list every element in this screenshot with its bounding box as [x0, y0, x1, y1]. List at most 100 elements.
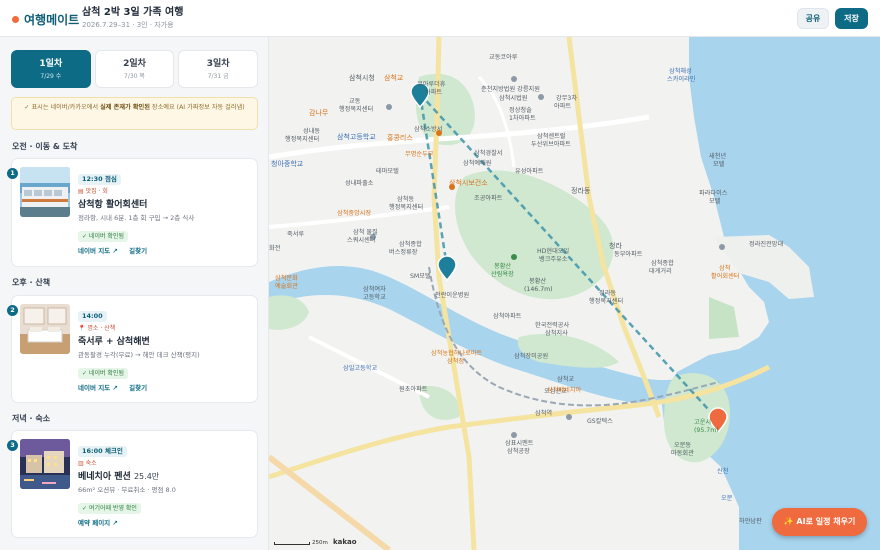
tab-date-label: 7/31 금	[207, 73, 229, 80]
map-label: 모텔	[709, 198, 721, 205]
map-label: 예술회관	[275, 283, 298, 290]
pin-icon: 📍	[78, 325, 86, 332]
brand[interactable]: 여행메이트	[12, 11, 79, 28]
map-label: 두산위브아파트	[531, 141, 571, 148]
tab-day-label: 1일차	[39, 59, 63, 69]
map-label: 하얀남판	[739, 518, 762, 525]
place-name: 죽서루 + 삼척해변	[78, 337, 150, 347]
map-label: 삼척소방서	[414, 126, 443, 133]
map-label: 행정복지센터	[339, 106, 374, 113]
place-description: 66m² 오션뷰 · 무료취소 · 평점 8.0	[78, 486, 176, 494]
map-label: 신천	[717, 468, 729, 475]
map-label: 삼척시법원	[499, 95, 528, 102]
notice-text-post: 장소예요 (AI 가짜정보 자동 걸러냄)	[149, 104, 245, 111]
place-description: 관동팔경 누각(무료) → 해안 데크 산책(평지)	[78, 351, 200, 359]
brand-dot-icon	[12, 16, 19, 23]
map-label: 아파트	[425, 89, 443, 96]
map-label: 정라진전망대	[749, 241, 784, 248]
map-label: 화전	[269, 245, 281, 252]
category-label: ▥ 숙소	[78, 460, 251, 468]
naver-map-link[interactable]: 네이버 지도 ↗	[78, 247, 118, 255]
map-label: 버스정류장	[389, 249, 418, 256]
category-label: ▤ 맛집 · 회	[78, 188, 251, 196]
category-text: 맛집 · 회	[85, 188, 108, 195]
map-label: 행정복지센터	[389, 204, 424, 211]
notice-text-bold: 실제 존재가 확인된	[100, 104, 150, 111]
card-body: 14:00 📍 명소 · 산책 죽서루 + 삼척해변 관동팔경 누각(무료) →…	[78, 303, 251, 393]
time-badge: 14:00	[78, 311, 107, 322]
place-price: 25.4만	[133, 472, 160, 481]
pavilion-room-image	[20, 304, 70, 354]
tab-day-2[interactable]: 2일차 7/30 목	[94, 50, 175, 88]
card-links: 네이버 지도 ↗ 길찾기	[78, 384, 251, 393]
booking-page-link[interactable]: 예약 페이지 ↗	[78, 519, 118, 527]
place-description: 정라항, 시내 6분. 1층 회 구입 → 2층 식사	[78, 214, 195, 222]
tab-day-3[interactable]: 3일차 7/31 금	[178, 50, 259, 88]
map-label: (146.7m)	[524, 286, 553, 293]
map-label: 삼척교	[384, 74, 404, 82]
notice-text-pre: ✓ 표시는 네이버/카카오에서	[24, 104, 101, 111]
map-label: 유성아파트	[515, 168, 544, 175]
map-view[interactable]: 삼척시청 삼척교 코아루더휴 아파트 교동코아루 춘천지방법원 강릉지원 삼척시…	[269, 37, 880, 550]
ai-fill-schedule-button[interactable]: ✨ AI로 일정 채우기	[772, 508, 867, 536]
itinerary-card[interactable]: 1 12:30 점심 ▤ 맛집 · 회 삼척항 활어회센터 정라항, 시내 6분…	[7, 158, 258, 267]
map-label: 삼일고등학교	[343, 365, 378, 372]
map-label: 홍콩리스	[387, 134, 413, 142]
map-label: 행정복지센터	[285, 136, 320, 143]
map-label: 아파트	[554, 103, 572, 110]
map-label: 죽서루	[287, 231, 305, 238]
seafood-center-image	[20, 167, 70, 217]
itinerary-card[interactable]: 2 14:00 📍 명소 · 산책 죽서루 + 삼척해변 관동팔경 누각(무료)…	[7, 295, 258, 403]
map-label: 정라동	[571, 187, 591, 195]
share-button[interactable]: 공유	[797, 8, 829, 29]
trip-info: 삼척 2박 3일 가족 여행 2026.7.29–31 · 3인 · 자가용	[82, 7, 183, 31]
map-label: 교동코아루	[489, 54, 518, 61]
place-name: 베네치아 펜션 25.4만	[78, 471, 251, 483]
map-label: 동부아파트	[614, 251, 643, 258]
section-label: 오전 · 이동 & 도착	[12, 142, 78, 151]
map-label: GS칼텍스	[587, 418, 613, 425]
kakao-logo: kakao	[333, 538, 357, 546]
directions-link[interactable]: 길찾기	[129, 384, 147, 392]
save-button[interactable]: 저장	[835, 8, 868, 29]
verified-badge: ✓ 네이버 확인됨	[78, 231, 128, 242]
tab-date-label: 7/30 목	[124, 73, 145, 80]
category-label: 📍 명소 · 산책	[78, 325, 251, 333]
section-label: 저녁 · 숙소	[12, 414, 51, 423]
category-text: 숙소	[85, 460, 97, 467]
itinerary-card[interactable]: 3 16:00 체크인 ▥ 숙소 베네치아 펜션 25.4만 66m² 오션뷰 …	[7, 430, 258, 538]
map-label: 춘천지방법원 강릉지원	[481, 86, 540, 93]
map-label: 삼척공장	[507, 448, 530, 455]
map-label: 삼척예배원	[463, 160, 492, 167]
directions-link[interactable]: 길찾기	[129, 247, 147, 255]
stop-number-badge: 2	[7, 305, 18, 316]
map-label: 삼척역	[535, 410, 553, 417]
section-label: 오후 · 산책	[12, 278, 51, 287]
map-label: 스카이라인	[667, 76, 696, 83]
stop-number-badge: 3	[7, 440, 18, 451]
app-header: 여행메이트 삼척 2박 3일 가족 여행 2026.7.29–31 · 3인 ·…	[0, 0, 880, 37]
place-name: 삼척항 활어회센터	[78, 200, 148, 210]
brand-name: 여행메이트	[24, 13, 80, 27]
map-label: 고등학교	[363, 294, 386, 301]
card-links: 네이버 지도 ↗ 길찾기	[78, 247, 251, 256]
trip-title: 삼척 2박 3일 가족 여행	[82, 7, 184, 18]
tab-day-label: 2일차	[123, 59, 146, 69]
map-label: (95.7m)	[694, 427, 719, 434]
map-label: 삼척지사	[545, 330, 568, 337]
map-label: 조공아파트	[474, 195, 503, 202]
map-label: 대게거리	[649, 268, 672, 275]
map-label: 삼척교	[557, 376, 575, 383]
map-label: SM모텔	[410, 273, 431, 280]
map-label: 모텔	[713, 161, 725, 168]
map-label: 원초아파트	[399, 386, 428, 393]
map-label: 성내파출소	[345, 180, 374, 187]
map-label: 감나무	[309, 109, 329, 117]
card-links: 예약 페이지 ↗	[78, 519, 251, 528]
tab-day-1[interactable]: 1일차 7/29 수	[11, 50, 91, 88]
card-body: 12:30 점심 ▤ 맛집 · 회 삼척항 활어회센터 정라항, 시내 6분. …	[78, 166, 251, 256]
map-label: 삼척경찰서	[474, 150, 503, 157]
map-label: 삼척아파트	[493, 313, 522, 320]
naver-map-link[interactable]: 네이버 지도 ↗	[78, 384, 118, 392]
place-thumbnail	[20, 304, 70, 354]
